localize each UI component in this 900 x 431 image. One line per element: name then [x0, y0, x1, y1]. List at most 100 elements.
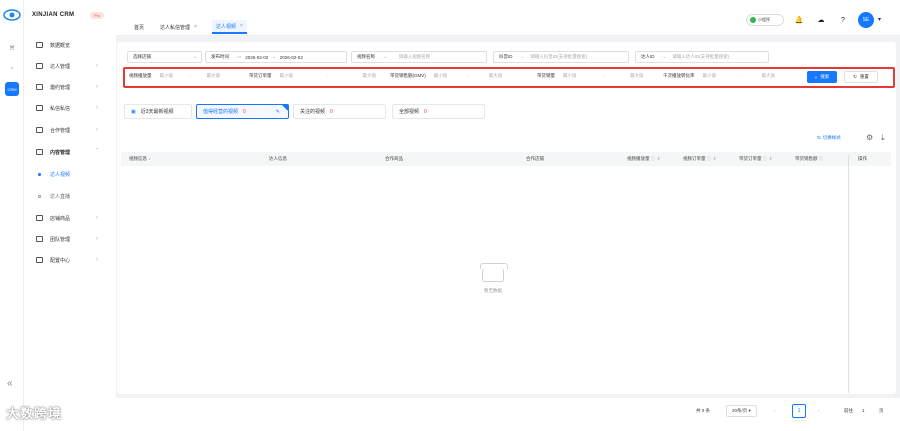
sidebar-item-expert-video[interactable]: 达人视频 [24, 167, 116, 181]
chevron-right-icon: › [96, 63, 98, 69]
sort-icon[interactable]: ⇕ [713, 156, 717, 161]
page-unit: 页 [879, 408, 884, 413]
info-icon: ⓘ [762, 156, 768, 161]
range-order-count[interactable]: 带货订单量 最小值 - 最大值 [249, 73, 376, 79]
chevron-down-icon: ˇ [96, 149, 98, 155]
sidebar-item-expert-live[interactable]: 达人直播 [24, 189, 116, 203]
calendar-icon: ▣ [131, 108, 136, 115]
search-button[interactable]: ⌕ 搜索 [807, 71, 837, 83]
search-icon: ⌕ [814, 74, 818, 80]
close-icon[interactable]: × [194, 24, 197, 30]
tab-worth-videos[interactable]: 值得经营的视频 0 ✎ [196, 104, 289, 119]
rail-item-1-icon[interactable]: ⛩ [5, 40, 19, 54]
col-video-info[interactable]: 视频信息 ↓ [129, 156, 151, 162]
bell-icon[interactable]: 🔔 [794, 15, 804, 25]
range-sales[interactable]: 带货销量 最小值 - 最大值 [537, 73, 644, 79]
range-play-count[interactable]: 视频播放量 最小值 - 最大值 [129, 73, 220, 79]
tab-expert-video[interactable]: 达人视频 × [212, 20, 247, 34]
page-size-select[interactable]: 20条/页 ▾ [726, 405, 757, 417]
tab-home[interactable]: 首页 [130, 20, 148, 34]
prev-page-button[interactable]: ‹ [774, 408, 776, 413]
video-name-field[interactable]: 视频名称 ⌄ 请输入视频名称 [351, 51, 487, 63]
collapse-icon[interactable]: « [7, 378, 13, 389]
chevron-right-icon: › [96, 127, 98, 133]
info-icon: ⓘ [650, 156, 656, 161]
sidebar-item-overview[interactable]: 数据概览 [24, 38, 116, 52]
download-cloud-icon[interactable]: ☁ [816, 15, 826, 25]
chevron-right-icon: › [96, 105, 98, 111]
avatar[interactable]: SE [858, 12, 874, 28]
vertical-divider [848, 155, 849, 393]
watermark: 大数跨境 [6, 406, 63, 421]
mini-program-button[interactable]: 小程序 [746, 14, 784, 26]
sidebar-item-store[interactable]: 店铺商品 › [24, 211, 116, 225]
content-icon [36, 149, 43, 155]
icon-rail: ⛩ ⌂ CRM « [0, 0, 24, 431]
download-icon[interactable]: ⤓ [881, 133, 885, 143]
rail-item-2-icon[interactable]: ⌂ [5, 60, 19, 74]
col-store: 合作店铺 [526, 156, 544, 161]
pagination-bar: 共 0 条 20条/页 ▾ ‹ › 前往 1 页 [116, 398, 900, 431]
sidebar-item-message[interactable]: 私信私信 › [24, 101, 116, 115]
chevron-down-icon: ⌄ [520, 54, 525, 59]
sidebar-item-content[interactable]: 内容管理 ˇ [24, 145, 116, 159]
next-page-button[interactable]: › [818, 408, 820, 413]
monitor-icon [36, 42, 43, 48]
settings-icon[interactable]: ⚙ [866, 133, 873, 142]
store-select[interactable]: 选择店铺 ⌄ [127, 51, 202, 63]
chevron-down-icon: ▾ [748, 408, 751, 413]
team-icon [36, 236, 43, 242]
col-video-orders[interactable]: 视频订单量 ⓘ ⇕ [683, 156, 716, 162]
calendar-icon: ▭ [237, 54, 242, 59]
expert-id-field[interactable]: 达人ID ⌄ 请输入达人ID(支持批量搜索) [635, 51, 769, 63]
sidebar-item-expert[interactable]: 达人管理 › [24, 59, 116, 73]
range-gmv[interactable]: 带货销售额(GMV) 最小值 - 最大值 [390, 73, 502, 79]
current-page-button[interactable]: 1 [792, 404, 806, 418]
help-icon[interactable]: ? [838, 15, 848, 25]
col-actions: 操作 [858, 156, 867, 161]
range-conversion[interactable]: 千次播放转化率 最小值 - 最大值 [663, 73, 775, 79]
douyin-id-field[interactable]: 抖音ID ⌄ 请输入抖音ID(支持批量搜索) [493, 51, 629, 63]
publish-date-range[interactable]: 发布时间 ▭ 2026-02-02-2026-02-02 [205, 51, 347, 63]
edit-icon[interactable]: ✎ [276, 109, 280, 115]
chevron-right-icon: › [96, 215, 98, 221]
main-card: 选择店铺 ⌄ 发布时间 ▭ 2026-02-02-2026-02-02 视频名称 ⌄ 请输… [117, 42, 896, 394]
app-logo-icon [3, 9, 21, 21]
switch-style-button[interactable]: ⇆ 切换样式 [817, 135, 841, 141]
user-icon [36, 63, 43, 69]
sidebar-item-config[interactable]: 配置中心 › [24, 253, 116, 267]
sort-icon[interactable]: ⇕ [657, 156, 661, 161]
chat-icon [36, 105, 43, 111]
col-orders[interactable]: 带货订单量 ⓘ ⇕ [739, 156, 772, 162]
sidebar: XINJIAN CRM Pro 数据概览 达人管理 › 邀约管理 › 私信私信 › 合… [24, 0, 116, 431]
chevron-down-icon[interactable]: ▾ [878, 16, 881, 23]
handshake-icon [36, 127, 43, 133]
sidebar-item-team[interactable]: 团队管理 › [24, 232, 116, 246]
col-play-count[interactable]: 视频播放量 ⓘ ⇕ [627, 156, 660, 162]
sidebar-item-invite[interactable]: 邀约管理 › [24, 80, 116, 94]
col-expert-info: 达人信息 [269, 156, 287, 161]
rail-item-crm[interactable]: CRM [5, 82, 19, 96]
goto-label: 前往 [844, 408, 853, 413]
chevron-down-icon: ⌄ [383, 54, 387, 59]
bullet-icon [38, 172, 41, 176]
sidebar-item-cooperation[interactable]: 合作管理 › [24, 123, 116, 137]
sort-icon[interactable]: ⇕ [769, 156, 773, 161]
goto-input[interactable]: 1 [862, 408, 865, 413]
tab-all-videos[interactable]: 全部视频 0 [392, 104, 485, 119]
sort-desc-icon[interactable]: ↓ [148, 156, 150, 161]
tab-followed-videos[interactable]: 关注的视频 0 [293, 104, 386, 119]
close-icon[interactable]: × [240, 23, 243, 29]
refresh-icon: ↻ [853, 74, 857, 79]
col-product: 合作商品 [385, 156, 403, 161]
reset-button[interactable]: ↻ 重置 [844, 71, 878, 83]
tab-recent-videos[interactable]: ▣ 近3天最新视频 [124, 104, 192, 119]
tab-private-msg[interactable]: 达人私信管理 × [156, 20, 201, 34]
empty-box-icon [480, 263, 508, 282]
chevron-right-icon: › [96, 84, 98, 90]
table-header: 视频信息 ↓ 达人信息 合作商品 合作店铺 视频播放量 ⓘ ⇕ 视频订单量 ⓘ … [121, 152, 891, 166]
total-count: 共 0 条 [696, 408, 711, 413]
col-gmv[interactable]: 带货销售额 ⓘ [795, 156, 823, 162]
chevron-down-icon: ⌄ [662, 54, 667, 59]
info-icon: ⓘ [706, 156, 712, 161]
